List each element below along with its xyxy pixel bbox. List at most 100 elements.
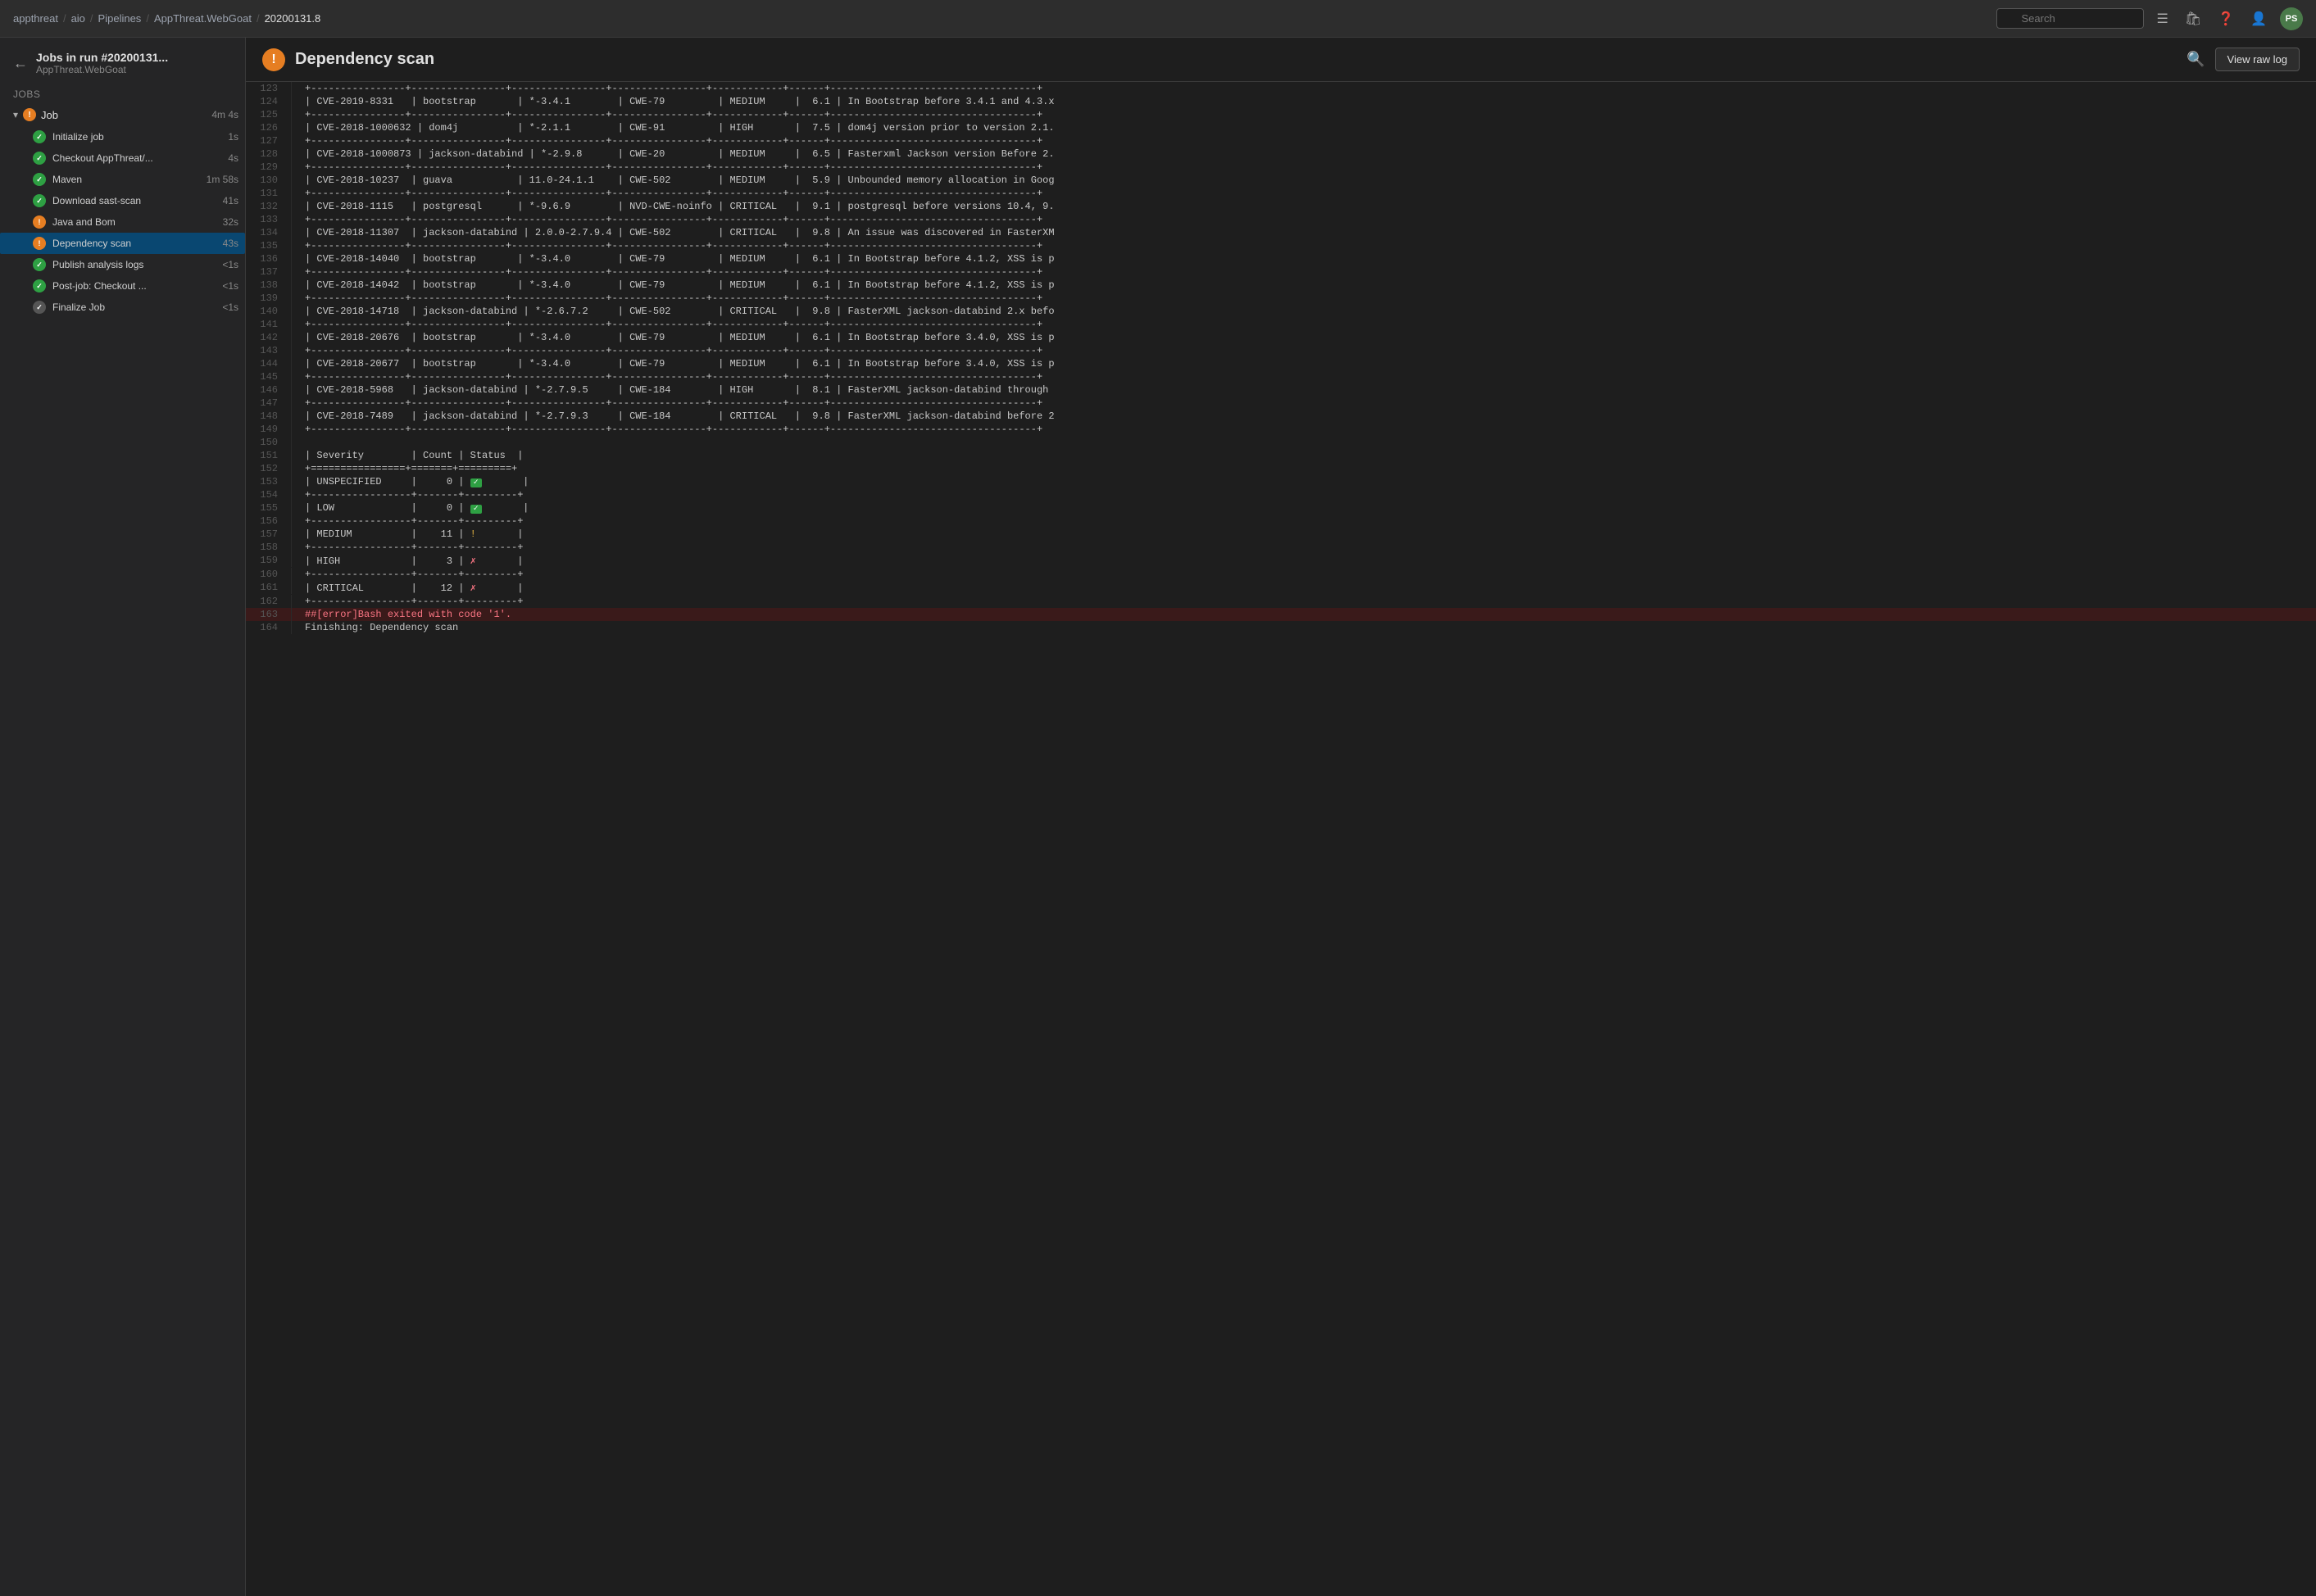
job-item-0[interactable]: Initialize job 1s (0, 126, 245, 147)
job-item-6[interactable]: Publish analysis logs <1s (0, 254, 245, 275)
job-item-4[interactable]: Java and Bom 32s (0, 211, 245, 233)
log-row: 129+----------------+----------------+--… (246, 161, 2316, 174)
breadcrumb-aio[interactable]: aio (71, 12, 85, 25)
log-row: 156+-----------------+-------+---------+ (246, 515, 2316, 528)
main-layout: ← Jobs in run #20200131... AppThreat.Web… (0, 38, 2316, 1596)
log-row: 137+----------------+----------------+--… (246, 265, 2316, 279)
line-content: +----------------+----------------+-----… (292, 423, 2316, 436)
log-row: 139+----------------+----------------+--… (246, 292, 2316, 305)
line-number: 126 (246, 121, 292, 134)
line-content: +----------------+----------------+-----… (292, 318, 2316, 331)
log-row: 130| CVE-2018-10237 | guava | 11.0-24.1.… (246, 174, 2316, 187)
job-item-1[interactable]: Checkout AppThreat/... 4s (0, 147, 245, 169)
line-content: +----------------+----------------+-----… (292, 265, 2316, 279)
breadcrumb-appthreat[interactable]: appthreat (13, 12, 58, 25)
status-icon-5 (33, 237, 46, 250)
log-row: 125+----------------+----------------+--… (246, 108, 2316, 121)
status-icon-6 (33, 258, 46, 271)
line-content: | CVE-2018-1115 | postgresql | *-9.6.9 |… (292, 200, 2316, 213)
item-name-1: Checkout AppThreat/... (52, 152, 221, 164)
log-row: 151| Severity | Count | Status | (246, 449, 2316, 462)
breadcrumb-webgoat[interactable]: AppThreat.WebGoat (154, 12, 252, 25)
line-number: 153 (246, 475, 292, 488)
job-item-8[interactable]: Finalize Job <1s (0, 297, 245, 318)
job-status-orange (23, 108, 36, 121)
log-row: 135+----------------+----------------+--… (246, 239, 2316, 252)
item-name-3: Download sast-scan (52, 195, 216, 206)
item-name-0: Initialize job (52, 131, 221, 143)
bag-icon-btn[interactable]: 🛍 (2182, 7, 2205, 30)
log-row: 148| CVE-2018-7489 | jackson-databind | … (246, 410, 2316, 423)
status-badge-green: ✓ (470, 478, 482, 487)
jobs-label: Jobs (0, 82, 245, 103)
log-search-button[interactable]: 🔍 (2187, 51, 2205, 68)
status-icon-2 (33, 173, 46, 186)
job-parent-row[interactable]: ▾ Job 4m 4s (0, 103, 245, 126)
log-row: 141+----------------+----------------+--… (246, 318, 2316, 331)
status-badge-red: ✗ (470, 555, 476, 567)
help-icon-btn[interactable]: ❓ (2214, 7, 2237, 30)
line-content: +================+=======+=========+ (292, 462, 2316, 475)
back-button[interactable]: ← (13, 55, 28, 72)
user-icon-btn[interactable]: 👤 (2247, 7, 2270, 30)
header-actions: 🔍 View raw log (2187, 48, 2300, 71)
log-row: 128| CVE-2018-1000873 | jackson-databind… (246, 147, 2316, 161)
line-content: +----------------+----------------+-----… (292, 161, 2316, 174)
warning-icon-big: ! (262, 48, 285, 71)
line-number: 136 (246, 252, 292, 265)
log-row: 149+----------------+----------------+--… (246, 423, 2316, 436)
status-icon-1 (33, 152, 46, 165)
line-number: 147 (246, 397, 292, 410)
job-parent-name: Job (41, 109, 207, 121)
log-lines: 123+----------------+----------------+--… (246, 82, 2316, 634)
item-time-5: 43s (223, 238, 238, 249)
job-item-7[interactable]: Post-job: Checkout ... <1s (0, 275, 245, 297)
avatar[interactable]: PS (2280, 7, 2303, 30)
line-number: 154 (246, 488, 292, 501)
line-number: 151 (246, 449, 292, 462)
line-number: 140 (246, 305, 292, 318)
log-row: 150 (246, 436, 2316, 449)
line-number: 157 (246, 528, 292, 541)
log-row: 133+----------------+----------------+--… (246, 213, 2316, 226)
breadcrumb-pipelines[interactable]: Pipelines (98, 12, 142, 25)
item-time-6: <1s (222, 259, 238, 270)
line-number: 163 (246, 608, 292, 621)
line-content: | CVE-2018-14040 | bootstrap | *-3.4.0 |… (292, 252, 2316, 265)
line-number: 135 (246, 239, 292, 252)
line-number: 124 (246, 95, 292, 108)
status-icon-3 (33, 194, 46, 207)
line-number: 129 (246, 161, 292, 174)
line-content: +----------------+----------------+-----… (292, 397, 2316, 410)
status-icon-4 (33, 215, 46, 229)
line-content: | UNSPECIFIED | 0 | ✓ | (292, 475, 2316, 488)
line-content: +-----------------+-------+---------+ (292, 595, 2316, 608)
status-icon-8 (33, 301, 46, 314)
job-item-2[interactable]: Maven 1m 58s (0, 169, 245, 190)
search-input[interactable] (1996, 8, 2144, 29)
log-row: 131+----------------+----------------+--… (246, 187, 2316, 200)
list-icon-btn[interactable]: ☰ (2154, 7, 2172, 30)
log-row: 124| CVE-2019-8331 | bootstrap | *-3.4.1… (246, 95, 2316, 108)
line-number: 127 (246, 134, 292, 147)
item-name-8: Finalize Job (52, 302, 216, 313)
log-row: 158+-----------------+-------+---------+ (246, 541, 2316, 554)
log-container[interactable]: 123+----------------+----------------+--… (246, 82, 2316, 1596)
view-raw-button[interactable]: View raw log (2215, 48, 2300, 71)
line-content: | CRITICAL | 12 | ✗ | (292, 581, 2316, 595)
line-number: 134 (246, 226, 292, 239)
line-content: | HIGH | 3 | ✗ | (292, 554, 2316, 568)
line-number: 131 (246, 187, 292, 200)
line-content: +-----------------+-------+---------+ (292, 568, 2316, 581)
job-item-3[interactable]: Download sast-scan 41s (0, 190, 245, 211)
line-number: 150 (246, 436, 292, 449)
item-time-1: 4s (228, 152, 238, 164)
log-row: 146| CVE-2018-5968 | jackson-databind | … (246, 383, 2316, 397)
job-item-5[interactable]: Dependency scan 43s (0, 233, 245, 254)
line-number: 161 (246, 581, 292, 594)
log-row: 161| CRITICAL | 12 | ✗ | (246, 581, 2316, 595)
nav-icons: 🔍 ☰ 🛍 ❓ 👤 PS (1996, 7, 2304, 30)
line-content (292, 436, 2316, 438)
line-number: 160 (246, 568, 292, 581)
item-name-6: Publish analysis logs (52, 259, 216, 270)
